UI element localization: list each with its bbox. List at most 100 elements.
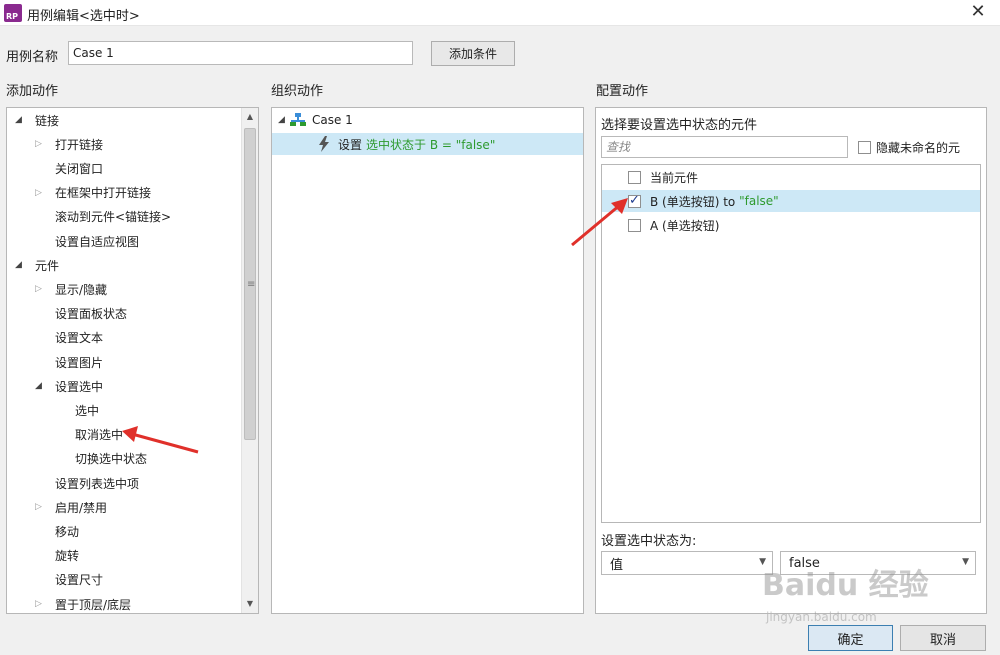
widget-row-a[interactable]: A (单选按钮): [602, 214, 980, 236]
action-tree-label: 链接: [35, 113, 60, 128]
set-state-label: 设置选中状态为:: [601, 534, 697, 549]
action-tree-item[interactable]: 设置尺寸: [35, 569, 103, 591]
value-select[interactable]: false ▼: [780, 551, 976, 575]
action-node[interactable]: 设置 选中状态于 B = "false": [272, 133, 583, 155]
add-action-header: 添加动作: [6, 84, 59, 99]
cancel-button[interactable]: 取消: [900, 625, 986, 651]
scroll-down-icon[interactable]: ▼: [242, 597, 258, 611]
widget-label: 当前元件: [650, 170, 699, 185]
action-tree-item[interactable]: ▷ 启用/禁用: [35, 496, 107, 518]
grip-icon: ≡: [247, 279, 256, 290]
action-tree-label: 旋转: [55, 549, 80, 564]
action-tree-item[interactable]: 设置面板状态: [35, 303, 127, 325]
collapse-icon[interactable]: ▷: [35, 188, 45, 198]
action-detail: 选中状态于 B = "false": [366, 137, 496, 152]
action-tree-label: 元件: [35, 258, 60, 273]
configure-action-header: 配置动作: [596, 84, 649, 99]
case-tree-icon: [290, 113, 306, 126]
action-tree-item[interactable]: 关闭窗口: [35, 157, 103, 179]
hide-unnamed-label: 隐藏未命名的元: [876, 141, 961, 155]
case-name-label: 用例名称: [6, 50, 59, 65]
action-tree-item[interactable]: ◢ 元件: [15, 254, 59, 276]
app-icon: RP: [4, 4, 22, 22]
action-prefix: 设置: [338, 137, 363, 152]
hide-unnamed-toggle[interactable]: 隐藏未命名的元: [858, 139, 960, 156]
action-tree-item[interactable]: 旋转: [35, 545, 79, 567]
widget-row-b[interactable]: B (单选按钮) to "false": [602, 190, 980, 212]
ok-button[interactable]: 确定: [808, 625, 893, 651]
action-tree-item[interactable]: ▷ 置于顶层/底层: [35, 593, 132, 613]
widget-checkbox[interactable]: [628, 218, 641, 232]
value-type-text: 值: [610, 557, 624, 573]
widget-state-value: "false": [739, 194, 779, 208]
organize-action-panel: ◢ Case 1 设置 选中状态于 B = "false": [271, 107, 584, 614]
case-node-label: Case 1: [312, 113, 353, 127]
action-tree-item[interactable]: ◢ 链接: [15, 109, 59, 131]
title-bar: RP 用例编辑<选中时> ✕: [0, 0, 1000, 26]
action-tree-scrollbar[interactable]: ▲ ≡ ▼: [241, 108, 258, 613]
widget-checkbox[interactable]: [628, 193, 641, 208]
hide-unnamed-checkbox[interactable]: [858, 141, 871, 154]
collapse-icon[interactable]: ▷: [35, 284, 45, 294]
action-tree-item[interactable]: 移动: [35, 520, 79, 542]
action-tree-label: 切换选中状态: [75, 452, 148, 467]
expand-icon[interactable]: ◢: [15, 115, 25, 125]
action-tree-label: 移动: [55, 524, 80, 539]
action-tree-item[interactable]: 设置图片: [35, 351, 103, 373]
collapse-icon[interactable]: ▷: [35, 502, 45, 512]
action-tree-label: 设置文本: [55, 331, 104, 346]
widget-checkbox[interactable]: [628, 170, 641, 184]
action-tree-item[interactable]: 设置列表选中项: [35, 472, 139, 494]
action-tree-label: 设置图片: [55, 355, 104, 370]
case-node[interactable]: ◢ Case 1: [278, 109, 353, 131]
widget-list: 当前元件 B (单选按钮) to "false" A (单选按钮): [601, 164, 981, 523]
value-text: false: [789, 555, 820, 571]
value-type-select[interactable]: 值 ▼: [601, 551, 773, 575]
scroll-thumb[interactable]: ≡: [244, 128, 256, 440]
scroll-up-icon[interactable]: ▲: [242, 110, 258, 124]
expand-icon[interactable]: ◢: [35, 381, 45, 391]
collapse-icon[interactable]: ▷: [35, 139, 45, 149]
chevron-down-icon: ▼: [962, 557, 969, 567]
action-tree-item[interactable]: ▷ 打开链接: [35, 133, 103, 155]
action-tree-item[interactable]: ▷ 显示/隐藏: [35, 278, 107, 300]
expand-icon[interactable]: ◢: [278, 115, 288, 125]
action-tree-item[interactable]: ◢ 设置选中: [35, 375, 103, 397]
widget-row-current[interactable]: 当前元件: [602, 166, 980, 188]
action-tree-panel: ◢ 链接 ▷ 打开链接关闭窗口 ▷ 在框架中打开链接滚动到元件<锚链接> 设置自适应视图 ◢ 元…: [6, 107, 259, 614]
add-condition-button[interactable]: 添加条件: [431, 41, 515, 66]
action-tree-label: 关闭窗口: [55, 161, 104, 176]
widget-label: B (单选按钮) to: [650, 194, 740, 209]
action-tree-item[interactable]: 设置文本: [35, 327, 103, 349]
action-tree-label: 设置自适应视图: [55, 234, 140, 249]
action-tree-item[interactable]: 滚动到元件<锚链接>: [35, 206, 171, 228]
close-button[interactable]: ✕: [968, 2, 988, 22]
action-tree-label: 取消选中: [75, 428, 124, 443]
action-tree-label: 选中: [75, 403, 100, 418]
action-tree-item[interactable]: 取消选中: [55, 424, 123, 446]
action-tree-label: 设置尺寸: [55, 573, 104, 588]
chevron-down-icon: ▼: [759, 557, 766, 567]
action-tree-label: 打开链接: [55, 137, 104, 152]
action-tree-label: 启用/禁用: [55, 500, 108, 515]
action-tree-label: 滚动到元件<锚链接>: [55, 210, 172, 225]
search-input[interactable]: [601, 136, 848, 158]
action-tree-item[interactable]: 设置自适应视图: [35, 230, 139, 252]
action-tree-item[interactable]: 切换选中状态: [55, 448, 147, 470]
action-tree-label: 在框架中打开链接: [55, 186, 152, 201]
action-tree-label: 置于顶层/底层: [55, 597, 132, 612]
action-tree-label: 设置面板状态: [55, 307, 128, 322]
action-tree-item[interactable]: 选中: [55, 399, 99, 421]
lightning-icon: [319, 136, 329, 152]
action-tree-label: 设置列表选中项: [55, 476, 140, 491]
action-tree-label: 设置选中: [55, 379, 104, 394]
case-name-input[interactable]: [68, 41, 413, 65]
organize-action-header: 组织动作: [271, 84, 324, 99]
action-tree-item[interactable]: ▷ 在框架中打开链接: [35, 182, 151, 204]
expand-icon[interactable]: ◢: [15, 260, 25, 270]
collapse-icon[interactable]: ▷: [35, 599, 45, 609]
widget-label: A (单选按钮): [650, 218, 720, 233]
action-tree-label: 显示/隐藏: [55, 282, 108, 297]
window-title: 用例编辑<选中时>: [27, 9, 140, 24]
select-widgets-label: 选择要设置选中状态的元件: [601, 118, 758, 133]
